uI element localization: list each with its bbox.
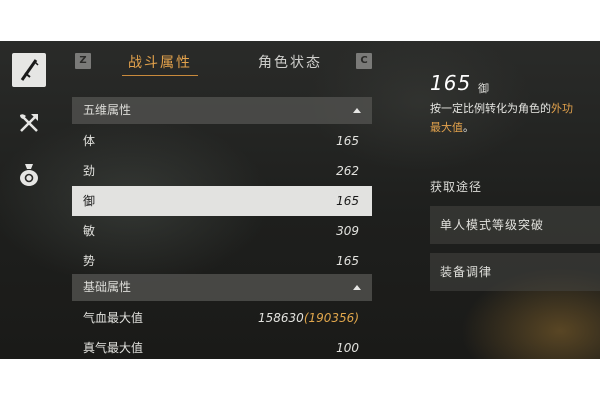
tab-combat-attributes[interactable]: 战斗属性 [122,53,198,76]
attribute-value: 309 [336,224,359,238]
attribute-detail-panel: 165 御 按一定比例转化为角色的外功 最大值。 获取途径 单人模式等级突破 装… [430,71,600,359]
attribute-row[interactable]: 真气最大值 100 [72,333,372,359]
sword-icon [20,59,39,81]
base-value: 158630 [258,311,304,325]
sources-title: 获取途径 [430,180,483,194]
description-text: 。 [463,121,474,134]
attribute-list: 五维属性 体 165 劲 262 御 165 敏 309 势 165 基础属性 … [72,97,372,359]
sidebar-item-bag[interactable] [12,157,46,191]
attribute-label: 御 [83,194,96,208]
attribute-value: 165 [336,194,359,208]
sidebar [0,41,60,359]
tab-character-status[interactable]: 角色状态 [252,53,328,75]
description-highlight: 最大值 [430,121,463,134]
attribute-label: 劲 [83,164,96,178]
tab-bar: Z 战斗属性 角色状态 C [72,47,372,81]
money-bag-icon [20,164,38,186]
attribute-label: 真气最大值 [83,341,144,355]
attribute-value: 100 [336,341,359,355]
collapse-arrow-icon [353,108,361,113]
attribute-label: 势 [83,254,96,268]
section-header-basic-attributes[interactable]: 基础属性 [72,274,372,301]
collapse-arrow-icon [353,285,361,290]
sidebar-item-combat[interactable] [12,53,46,87]
sidebar-item-tools[interactable] [12,106,46,140]
bonus-close-paren: ) [354,311,359,325]
source-item-breakthrough[interactable]: 单人模式等级突破 [430,206,600,244]
attribute-row[interactable]: 势 165 [72,246,372,276]
description-text: 按一定比例转化为角色的 [430,102,551,115]
attribute-row[interactable]: 敏 309 [72,216,372,246]
source-item-equipment-tuning[interactable]: 装备调律 [430,253,600,291]
attribute-row[interactable]: 劲 262 [72,156,372,186]
attribute-row-selected[interactable]: 御 165 [72,186,372,216]
prev-tab-key-hint[interactable]: Z [75,53,91,69]
crossed-tools-icon [20,114,38,132]
attribute-row[interactable]: 体 165 [72,126,372,156]
detail-value: 165 [430,71,472,95]
section-title: 基础属性 [83,280,132,294]
attribute-value: 165 [336,254,359,268]
section-title: 五维属性 [83,103,132,117]
attribute-label: 体 [83,134,96,148]
next-tab-key-hint[interactable]: C [356,53,372,69]
detail-description: 按一定比例转化为角色的外功 最大值。 [430,99,600,137]
game-screen: Z 战斗属性 角色状态 C 五维属性 体 165 劲 262 御 165 敏 3… [0,41,600,359]
attribute-value: 165 [336,134,359,148]
attribute-row[interactable]: 气血最大值 158630(190356) [72,303,372,333]
bonus-value: 190356 [308,311,355,325]
section-header-five-dimensions[interactable]: 五维属性 [72,97,372,124]
detail-attribute-name: 御 [478,82,489,95]
attribute-label: 敏 [83,224,96,238]
attribute-value: 262 [336,164,359,178]
attribute-value: 158630(190356) [258,303,359,333]
attribute-label: 气血最大值 [83,311,144,325]
description-highlight: 外功 [551,102,573,115]
